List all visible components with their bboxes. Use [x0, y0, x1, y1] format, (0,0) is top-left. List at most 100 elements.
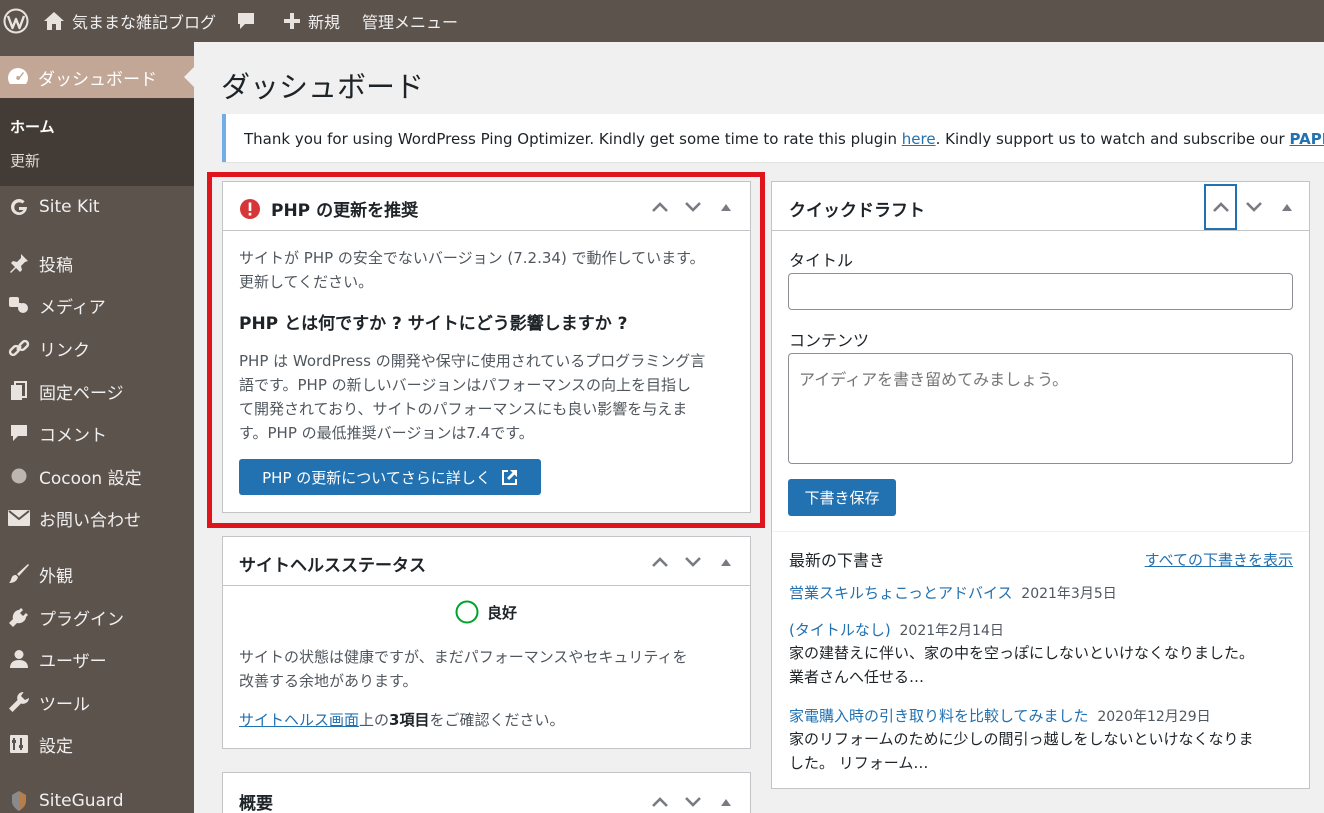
- submenu-home[interactable]: ホーム: [10, 116, 55, 137]
- divider: [772, 531, 1309, 532]
- view-all-drafts-link[interactable]: すべての下書きを表示: [1145, 549, 1293, 570]
- menu-posts[interactable]: 投稿: [0, 245, 194, 281]
- menu-appearance[interactable]: 外観: [0, 556, 194, 592]
- chevron-up-icon: [651, 556, 668, 567]
- health-line1: サイトの状態は健康ですが、まだパフォーマンスやセキュリティを: [239, 648, 688, 666]
- draft-excerpt-line2: 業者さんへ任せる…: [789, 668, 925, 686]
- siteguard-icon: [6, 790, 32, 812]
- circle-icon: [6, 465, 32, 487]
- menu-label: Site Kit: [39, 197, 100, 217]
- draft-title-input[interactable]: [788, 273, 1293, 310]
- menu-dashboard[interactable]: ダッシュボード: [0, 56, 194, 98]
- notice-paper-origami-link[interactable]: PAPER ORIGAMI: [1289, 130, 1324, 148]
- notice-text-after: . Kindly support us to watch and subscri…: [935, 130, 1290, 148]
- menu-label: SiteGuard: [39, 791, 124, 811]
- draft-title-link[interactable]: 営業スキルちょこっとアドバイス: [789, 584, 1013, 602]
- new-content-link[interactable]: 新規: [270, 0, 348, 42]
- menu-label: Cocoon 設定: [39, 468, 142, 489]
- pages-icon: [6, 380, 32, 402]
- pin-icon: [6, 252, 32, 274]
- menu-site-kit[interactable]: Site Kit: [0, 189, 194, 225]
- move-up-button[interactable]: [643, 785, 676, 813]
- toggle-panel-button[interactable]: [1270, 190, 1303, 224]
- menu-contact[interactable]: お問い合わせ: [0, 500, 194, 536]
- menu-links[interactable]: リンク: [0, 330, 194, 366]
- move-down-button[interactable]: [1237, 190, 1270, 224]
- admin-sidebar: ダッシュボード ホーム 更新 Site Kit 投稿 メディア リンク 固定ペー…: [0, 42, 194, 813]
- brush-icon: [6, 563, 32, 585]
- chevron-down-icon: [684, 796, 701, 807]
- draft-excerpt-line2: した。 リフォーム…: [789, 754, 929, 772]
- save-draft-button[interactable]: 下書き保存: [788, 479, 896, 516]
- page-title: ダッシュボード: [221, 70, 425, 104]
- dashboard-gauge-icon: [6, 66, 30, 88]
- mail-icon: [6, 507, 32, 529]
- menu-settings[interactable]: 設定: [0, 726, 194, 762]
- menu-plugins[interactable]: プラグイン: [0, 599, 194, 635]
- home-icon: [44, 12, 64, 30]
- move-up-button[interactable]: [1204, 183, 1237, 230]
- widget-header: 概要: [223, 773, 750, 813]
- menu-label: 設定: [39, 736, 73, 757]
- widget-header: クイックドラフト: [772, 182, 1309, 231]
- plus-icon: [284, 13, 301, 29]
- notice-here-link[interactable]: here: [902, 130, 936, 148]
- menu-label: お問い合わせ: [39, 510, 141, 531]
- site-health-link[interactable]: サイトヘルス画面: [239, 711, 359, 729]
- toggle-panel-button[interactable]: [709, 545, 742, 579]
- draft-excerpt-line1: 家のリフォームのために少しの間引っ越しをしないといけなくなりま: [789, 730, 1254, 748]
- draft-item: 営業スキルちょこっとアドバイス 2021年3月5日: [789, 581, 1117, 606]
- menu-tools[interactable]: ツール: [0, 684, 194, 720]
- quick-draft-widget: クイックドラフト タイトル コンテンツ 下書き保存 最新の下書き すべての下書き…: [771, 181, 1310, 789]
- health-status: 良好: [455, 600, 517, 624]
- draft-title-link[interactable]: 家電購入時の引き取り料を比較してみました: [789, 707, 1089, 725]
- menu-dashboard-label: ダッシュボード: [38, 69, 157, 90]
- health-review-text: サイトヘルス画面上の3項目をご確認ください。: [239, 708, 564, 732]
- draft-title-link[interactable]: (タイトルなし): [789, 621, 891, 639]
- menu-cocoon-settings[interactable]: Cocoon 設定: [0, 458, 194, 494]
- recent-drafts-heading: 最新の下書き: [789, 551, 886, 570]
- wordpress-logo-icon[interactable]: [0, 0, 36, 42]
- comment-icon: [6, 422, 32, 444]
- menu-users[interactable]: ユーザー: [0, 641, 194, 677]
- status-label: 良好: [487, 603, 518, 622]
- menu-label: コメント: [39, 425, 107, 446]
- menu-pages[interactable]: 固定ページ: [0, 373, 194, 409]
- status-circle-icon: [455, 600, 479, 624]
- menu-media[interactable]: メディア: [0, 287, 194, 323]
- menu-comments[interactable]: コメント: [0, 415, 194, 451]
- media-icon: [6, 294, 32, 316]
- draft-date: 2020年12月29日: [1097, 709, 1211, 725]
- draft-item: (タイトルなし) 2021年2月14日: [789, 618, 1004, 643]
- submenu-updates[interactable]: 更新: [10, 150, 40, 171]
- user-icon: [6, 648, 32, 670]
- wrench-icon: [6, 691, 32, 713]
- new-label: 新規: [308, 13, 341, 32]
- health-line2: 改善する余地があります。: [239, 672, 418, 690]
- title-label: タイトル: [789, 251, 854, 270]
- widget-controls: [643, 537, 742, 586]
- notice-text: Thank you for using WordPress Ping Optim…: [244, 130, 902, 148]
- draft-date: 2021年3月5日: [1021, 586, 1117, 602]
- menu-label: プラグイン: [39, 609, 124, 630]
- move-up-button[interactable]: [643, 545, 676, 579]
- draft-content-textarea[interactable]: [788, 353, 1293, 464]
- content-label: コンテンツ: [789, 331, 870, 350]
- draft-date: 2021年2月14日: [899, 623, 1004, 639]
- widget-controls: [643, 777, 742, 813]
- menu-label: 投稿: [39, 255, 73, 276]
- triangle-up-icon: [1281, 203, 1292, 211]
- comments-link[interactable]: [224, 0, 270, 42]
- plugin-icon: [6, 606, 32, 628]
- move-down-button[interactable]: [676, 785, 709, 813]
- overview-widget: 概要: [222, 772, 751, 813]
- move-down-button[interactable]: [676, 545, 709, 579]
- toggle-panel-button[interactable]: [709, 785, 742, 813]
- item-count: 3項目: [389, 711, 430, 729]
- admin-bar: 気ままな雑記ブログ 新規 管理メニュー: [0, 0, 1324, 42]
- site-name-link[interactable]: 気ままな雑記ブログ: [36, 0, 224, 42]
- site-name: 気ままな雑記ブログ: [72, 13, 217, 32]
- menu-siteguard[interactable]: SiteGuard: [0, 783, 194, 813]
- widget-header: サイトヘルスステータス: [223, 537, 750, 586]
- admin-menu-link[interactable]: 管理メニュー: [348, 0, 466, 42]
